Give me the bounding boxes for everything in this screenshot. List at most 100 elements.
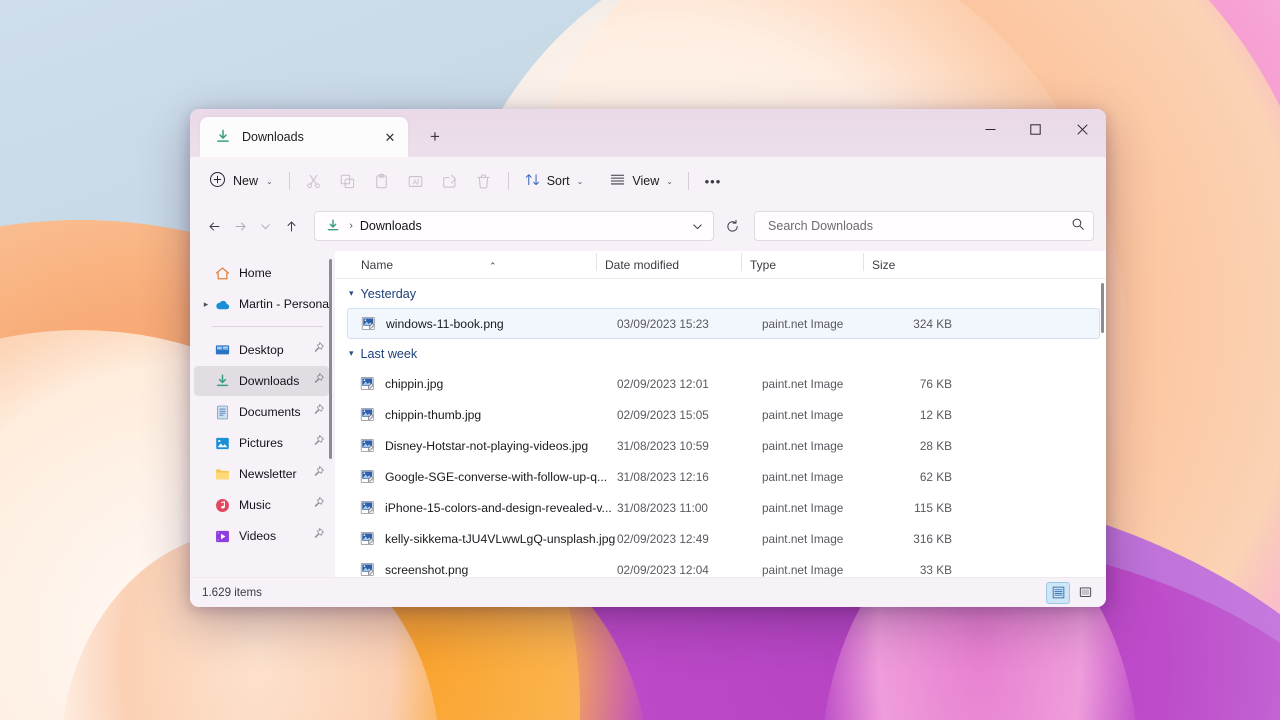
- file-name-cell: iPhone-15-colors-and-design-revealed-v..…: [359, 499, 617, 516]
- file-type-cell: paint.net Image: [762, 317, 884, 331]
- delete-button[interactable]: [467, 165, 501, 197]
- sidebar-item-label: Newsletter: [239, 467, 312, 481]
- table-row[interactable]: chippin.jpg 02/09/2023 12:01 paint.net I…: [347, 368, 1100, 399]
- sidebar-item-downloads[interactable]: Downloads: [194, 366, 329, 396]
- file-size-cell: 115 KB: [884, 501, 952, 515]
- sidebar-item-label: Videos: [239, 529, 312, 543]
- file-name-label: iPhone-15-colors-and-design-revealed-v..…: [385, 501, 612, 515]
- large-icons-view-toggle[interactable]: [1074, 583, 1096, 603]
- column-header-size[interactable]: Size: [872, 258, 952, 272]
- sidebar-item-pictures[interactable]: Pictures: [194, 428, 329, 458]
- sidebar-item-home[interactable]: Home: [194, 258, 329, 288]
- up-button[interactable]: [279, 211, 305, 241]
- rename-button[interactable]: A: [399, 165, 433, 197]
- command-bar: New ⌄: [190, 157, 1106, 205]
- share-button[interactable]: [433, 165, 467, 197]
- column-header-name[interactable]: Name ⌃: [347, 258, 605, 272]
- sidebar-item-label: Home: [239, 266, 329, 280]
- minimize-button[interactable]: [968, 109, 1013, 149]
- column-header-date-modified[interactable]: Date modified: [605, 258, 750, 272]
- table-row[interactable]: screenshot.png 02/09/2023 12:04 paint.ne…: [347, 554, 1100, 577]
- file-name-label: chippin-thumb.jpg: [385, 408, 481, 422]
- table-row[interactable]: kelly-sikkema-tJU4VLwwLgQ-unsplash.jpg 0…: [347, 523, 1100, 554]
- address-chevron-down-icon[interactable]: [685, 214, 709, 238]
- file-name-cell: Disney-Hotstar-not-playing-videos.jpg: [359, 437, 617, 454]
- search-icon[interactable]: [1071, 217, 1085, 236]
- details-view-toggle[interactable]: [1046, 582, 1070, 604]
- sidebar-item-martin-personal[interactable]: ▸Martin - Personal: [194, 289, 329, 319]
- address-bar[interactable]: › Downloads: [314, 211, 714, 241]
- file-size-cell: 76 KB: [884, 377, 952, 391]
- table-row[interactable]: Disney-Hotstar-not-playing-videos.jpg 31…: [347, 430, 1100, 461]
- cut-button[interactable]: [297, 165, 331, 197]
- sidebar-item-label: Downloads: [239, 374, 312, 388]
- toolbar-divider-3: [688, 172, 689, 190]
- status-bar: 1.629 items: [190, 577, 1106, 607]
- maximize-button[interactable]: [1013, 109, 1058, 149]
- file-size-cell: 324 KB: [884, 317, 952, 331]
- search-input[interactable]: [766, 218, 1071, 234]
- downloads-arrow-icon: [214, 128, 232, 146]
- desktop-icon: [214, 342, 231, 359]
- paintnet-image-icon: [359, 406, 376, 423]
- breadcrumb-separator: ›: [349, 220, 353, 232]
- recent-locations-button[interactable]: [253, 211, 279, 241]
- close-window-button[interactable]: [1058, 109, 1106, 149]
- table-row[interactable]: windows-11-book.png 03/09/2023 15:23 pai…: [347, 308, 1100, 339]
- refresh-button[interactable]: [720, 212, 744, 240]
- table-row[interactable]: Google-SGE-converse-with-follow-up-q... …: [347, 461, 1100, 492]
- table-row[interactable]: chippin-thumb.jpg 02/09/2023 15:05 paint…: [347, 399, 1100, 430]
- file-list-pane: Name ⌃ Date modified Type Size ▾Yesterda…: [335, 251, 1106, 577]
- file-date-cell: 02/09/2023 15:05: [617, 408, 762, 422]
- pin-icon[interactable]: [312, 527, 326, 545]
- sidebar-item-newsletter[interactable]: Newsletter: [194, 459, 329, 489]
- pin-icon[interactable]: [312, 372, 326, 390]
- pin-icon[interactable]: [312, 403, 326, 421]
- sidebar-item-documents[interactable]: Documents: [194, 397, 329, 427]
- downloads-arrow-icon: [325, 218, 341, 234]
- sort-button[interactable]: Sort ⌄: [516, 165, 592, 197]
- close-tab-icon[interactable]: ✕: [378, 125, 402, 149]
- sidebar-item-music[interactable]: Music: [194, 490, 329, 520]
- paintnet-image-icon: [359, 468, 376, 485]
- file-name-cell: kelly-sikkema-tJU4VLwwLgQ-unsplash.jpg: [359, 530, 617, 547]
- file-group-header[interactable]: ▾ Last week: [335, 339, 1106, 368]
- sidebar-divider: [212, 326, 323, 327]
- file-group-label: Last week: [361, 347, 418, 361]
- sidebar-scrollbar[interactable]: [329, 259, 332, 459]
- sidebar-item-label: Documents: [239, 405, 312, 419]
- pin-icon[interactable]: [312, 496, 326, 514]
- view-button[interactable]: View ⌄: [601, 165, 681, 197]
- sidebar-item-videos[interactable]: Videos: [194, 521, 329, 551]
- file-size-cell: 316 KB: [884, 532, 952, 546]
- file-list-scrollbar[interactable]: [1101, 283, 1104, 333]
- file-name-cell: chippin-thumb.jpg: [359, 406, 617, 423]
- table-row[interactable]: iPhone-15-colors-and-design-revealed-v..…: [347, 492, 1100, 523]
- pin-icon[interactable]: [312, 434, 326, 452]
- pin-icon[interactable]: [312, 465, 326, 483]
- chevron-right-icon[interactable]: ▸: [198, 299, 214, 310]
- column-header-type[interactable]: Type: [750, 258, 872, 272]
- sidebar-item-label: Desktop: [239, 343, 312, 357]
- paste-button[interactable]: [365, 165, 399, 197]
- search-box[interactable]: [754, 211, 1094, 241]
- sidebar-item-desktop[interactable]: Desktop: [194, 335, 329, 365]
- column-header-name-label: Name: [361, 258, 393, 272]
- new-button[interactable]: New ⌄: [200, 165, 282, 197]
- copy-button[interactable]: [331, 165, 365, 197]
- chevron-down-icon: ⌄: [266, 177, 273, 186]
- file-date-cell: 31/08/2023 11:00: [617, 501, 762, 515]
- tab-downloads[interactable]: Downloads ✕: [200, 117, 408, 157]
- file-name-label: chippin.jpg: [385, 377, 443, 391]
- breadcrumb-current-folder[interactable]: Downloads: [360, 219, 685, 233]
- chevron-down-icon[interactable]: ▾: [349, 288, 354, 299]
- file-size-cell: 33 KB: [884, 563, 952, 577]
- file-date-cell: 02/09/2023 12:49: [617, 532, 762, 546]
- file-group-header[interactable]: ▾Yesterday: [335, 279, 1106, 308]
- more-options-button[interactable]: •••: [696, 165, 730, 197]
- pin-icon[interactable]: [312, 341, 326, 359]
- back-button[interactable]: [202, 211, 228, 241]
- new-tab-button[interactable]: +: [418, 120, 452, 154]
- forward-button[interactable]: [228, 211, 254, 241]
- chevron-down-icon[interactable]: ▾: [349, 348, 354, 359]
